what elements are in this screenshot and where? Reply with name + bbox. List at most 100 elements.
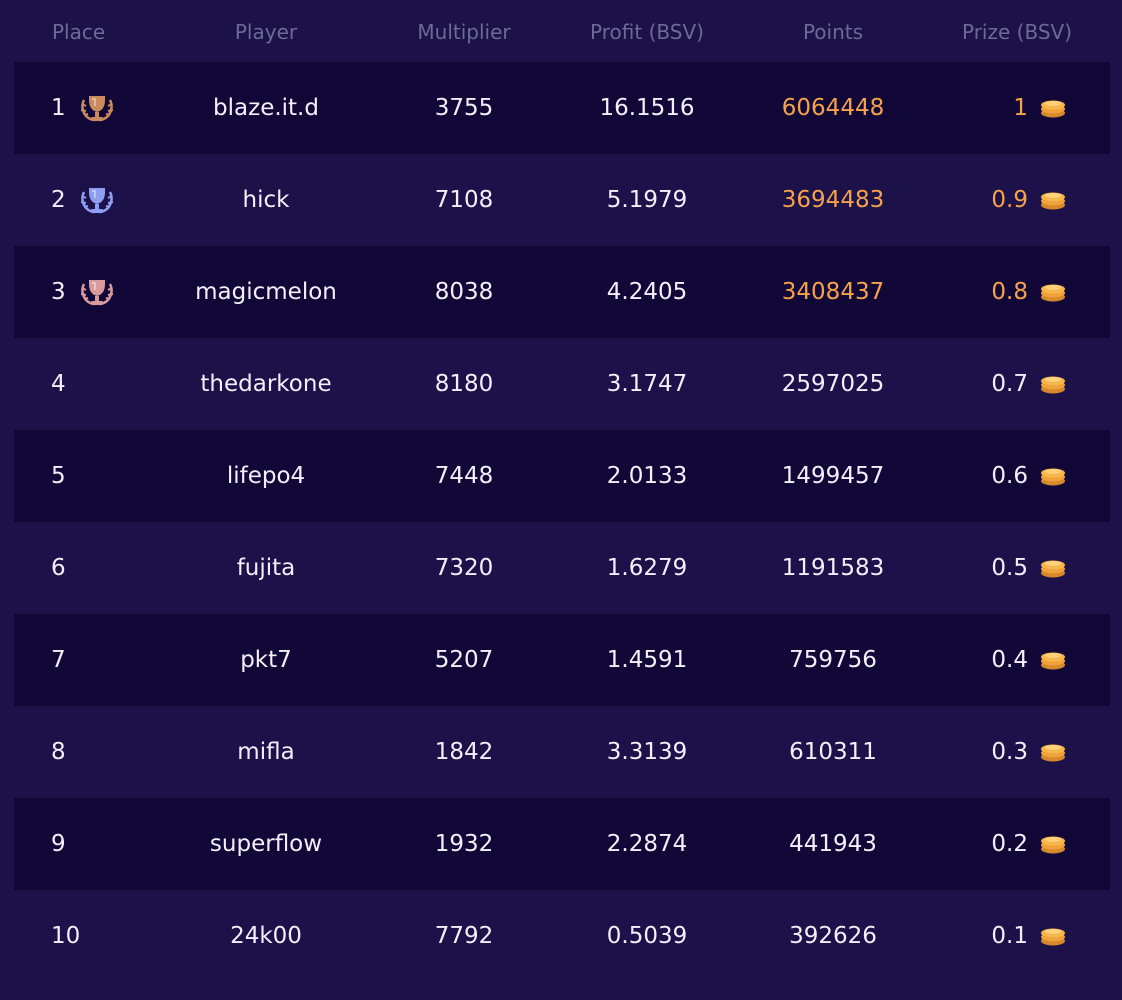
points-value: 2597025 <box>781 371 885 397</box>
coin-stack-icon <box>1038 373 1068 395</box>
place-number: 2 <box>51 187 66 213</box>
prize-value: 0.9 <box>991 187 1028 213</box>
coin-stack-icon <box>1038 465 1068 487</box>
place-number: 7 <box>51 647 66 673</box>
leaderboard: Place Player Multiplier Profit (BSV) Poi… <box>0 0 1122 1000</box>
place-cell: 8 <box>51 706 66 798</box>
prize-cell: 0.4 <box>991 614 1068 706</box>
profit-value: 1.4591 <box>606 647 688 673</box>
coin-stack-icon <box>1038 925 1068 947</box>
prize-value: 0.5 <box>991 555 1028 581</box>
table-row: 2 hick 7108 5.1979 3694483 0.9 <box>14 154 1110 246</box>
place-number: 8 <box>51 739 66 765</box>
place-cell: 1 <box>51 62 66 154</box>
profit-value: 0.5039 <box>606 923 688 949</box>
silver-trophy-icon <box>78 184 116 218</box>
prize-value: 0.3 <box>991 739 1028 765</box>
place-cell: 5 <box>51 430 66 522</box>
prize-value: 0.1 <box>991 923 1028 949</box>
points-value: 1499457 <box>781 463 885 489</box>
coin-stack-icon <box>1038 189 1068 211</box>
place-number: 1 <box>51 95 66 121</box>
place-cell: 10 <box>51 890 80 982</box>
prize-cell: 0.8 <box>991 246 1068 338</box>
multiplier-value: 7792 <box>434 923 494 949</box>
column-header-prize: Prize (BSV) <box>962 20 1072 44</box>
multiplier-value: 3755 <box>434 95 494 121</box>
table-row: 3 magicmelon 8038 4.2405 3408437 0.8 <box>14 246 1110 338</box>
place-cell: 4 <box>51 338 66 430</box>
place-cell: 7 <box>51 614 66 706</box>
profit-value: 2.2874 <box>606 831 688 857</box>
multiplier-value: 1842 <box>434 739 494 765</box>
player-name: blaze.it.d <box>213 95 319 121</box>
player-name: 24k00 <box>230 923 302 949</box>
prize-cell: 0.2 <box>991 798 1068 890</box>
profit-value: 2.0133 <box>606 463 688 489</box>
prize-value: 0.8 <box>991 279 1028 305</box>
points-value: 3408437 <box>781 279 885 305</box>
place-number: 6 <box>51 555 66 581</box>
column-header-profit: Profit (BSV) <box>590 20 704 44</box>
place-cell: 9 <box>51 798 66 890</box>
table-row: 6 fujita 7320 1.6279 1191583 0.5 <box>14 522 1110 614</box>
column-header-points: Points <box>802 20 864 44</box>
table-row: 5 lifepo4 7448 2.0133 1499457 0.6 <box>14 430 1110 522</box>
place-number: 3 <box>51 279 66 305</box>
table-row: 8 mifla 1842 3.3139 610311 0.3 <box>14 706 1110 798</box>
column-header-multiplier: Multiplier <box>417 20 511 44</box>
points-value: 1191583 <box>781 555 885 581</box>
player-name: hick <box>242 187 290 213</box>
place-cell: 6 <box>51 522 66 614</box>
place-number: 5 <box>51 463 66 489</box>
player-name: fujita <box>236 555 296 581</box>
multiplier-value: 1932 <box>434 831 494 857</box>
coin-stack-icon <box>1038 741 1068 763</box>
leaderboard-header: Place Player Multiplier Profit (BSV) Poi… <box>0 0 1122 62</box>
prize-value: 0.7 <box>991 371 1028 397</box>
column-header-player: Player <box>234 20 298 44</box>
profit-value: 3.1747 <box>606 371 688 397</box>
table-row: 9 superflow 1932 2.2874 441943 0.2 <box>14 798 1110 890</box>
player-name: superflow <box>209 831 323 857</box>
table-row: 10 24k00 7792 0.5039 392626 0.1 <box>14 890 1110 982</box>
prize-cell: 0.5 <box>991 522 1068 614</box>
prize-value: 1 <box>1013 95 1028 121</box>
place-number: 10 <box>51 923 81 949</box>
prize-cell: 0.6 <box>991 430 1068 522</box>
prize-value: 0.6 <box>991 463 1028 489</box>
profit-value: 5.1979 <box>606 187 688 213</box>
multiplier-value: 7448 <box>434 463 494 489</box>
place-number: 9 <box>51 831 66 857</box>
table-row: 7 pkt7 5207 1.4591 759756 0.4 <box>14 614 1110 706</box>
player-name: thedarkone <box>200 371 332 397</box>
prize-value: 0.4 <box>991 647 1028 673</box>
place-cell: 3 <box>51 246 66 338</box>
multiplier-value: 5207 <box>434 647 494 673</box>
prize-value: 0.2 <box>991 831 1028 857</box>
coin-stack-icon <box>1038 649 1068 671</box>
table-row: 1 blaze.it.d 3755 16.1516 6064448 1 <box>14 62 1110 154</box>
player-name: pkt7 <box>240 647 292 673</box>
multiplier-value: 7320 <box>434 555 494 581</box>
points-value: 6064448 <box>781 95 885 121</box>
points-value: 392626 <box>789 923 877 949</box>
coin-stack-icon <box>1038 833 1068 855</box>
multiplier-value: 7108 <box>434 187 494 213</box>
prize-cell: 1 <box>1013 62 1068 154</box>
place-number: 4 <box>51 371 66 397</box>
leaderboard-rows: 1 blaze.it.d 3755 16.1516 6064448 1 2 hi… <box>14 62 1110 982</box>
table-row: 4 thedarkone 8180 3.1747 2597025 0.7 <box>14 338 1110 430</box>
multiplier-value: 8038 <box>434 279 494 305</box>
coin-stack-icon <box>1038 97 1068 119</box>
place-cell: 2 <box>51 154 66 246</box>
points-value: 759756 <box>789 647 877 673</box>
multiplier-value: 8180 <box>434 371 494 397</box>
points-value: 441943 <box>789 831 877 857</box>
profit-value: 4.2405 <box>606 279 688 305</box>
bronze-trophy-icon <box>78 276 116 310</box>
profit-value: 16.1516 <box>599 95 695 121</box>
prize-cell: 0.1 <box>991 890 1068 982</box>
prize-cell: 0.3 <box>991 706 1068 798</box>
points-value: 3694483 <box>781 187 885 213</box>
